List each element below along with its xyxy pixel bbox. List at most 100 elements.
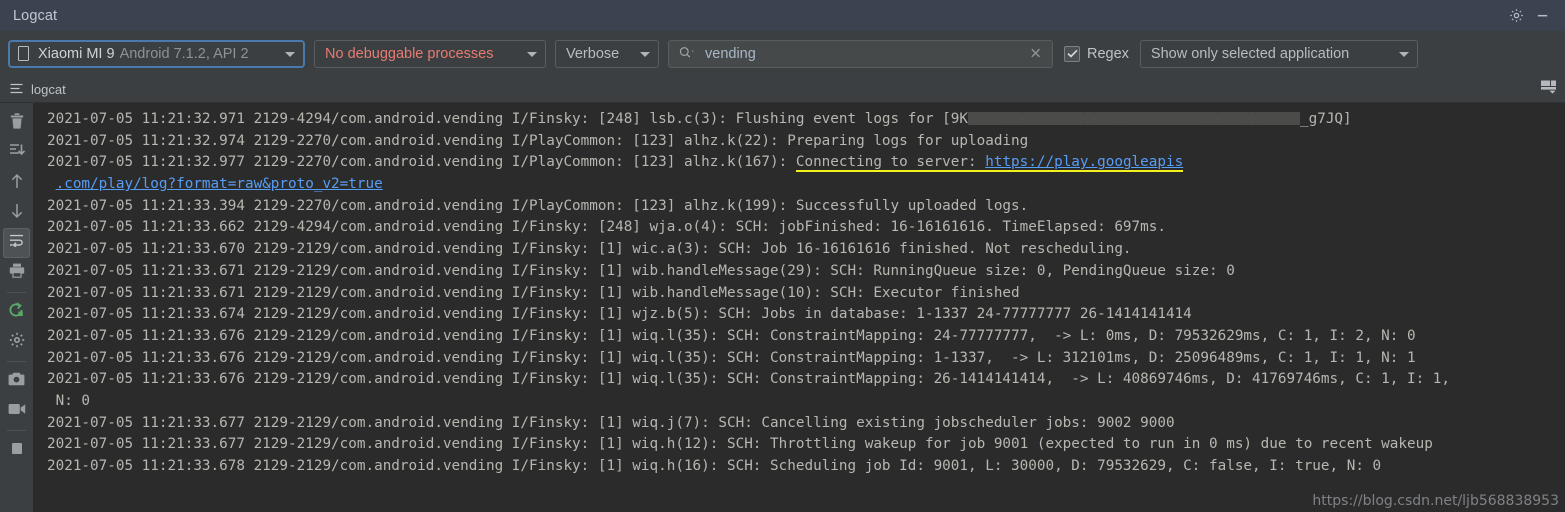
trash-icon [10, 112, 24, 134]
log-line: 2021-07-05 11:21:33.662 2129-4294/com.an… [33, 217, 1565, 239]
video-camera-icon [8, 402, 26, 420]
search-input[interactable]: vending ✕ [668, 39, 1053, 68]
log-line: 2021-07-05 11:21:32.974 2129-2270/com.an… [33, 131, 1565, 153]
regex-label: Regex [1087, 45, 1129, 62]
window-layout-icon[interactable] [1540, 79, 1557, 99]
log-line: 2021-07-05 11:21:33.671 2129-2129/com.an… [33, 283, 1565, 305]
redacted-block [1208, 112, 1218, 125]
watermark: https://blog.csdn.net/ljb568838953 [1312, 493, 1559, 509]
screen-record-button[interactable] [0, 396, 33, 426]
chevron-down-icon [527, 51, 537, 57]
gear-icon[interactable] [1503, 3, 1529, 29]
logcat-sidebar [0, 103, 33, 512]
tab-logcat[interactable]: logcat [10, 82, 66, 97]
logcat-tabstrip: logcat [0, 76, 1565, 103]
scroll-end-icon [9, 143, 25, 163]
log-line: 2021-07-05 11:21:33.678 2129-2129/com.an… [33, 456, 1565, 478]
redacted-block [1084, 112, 1094, 125]
log-text: 2021-07-05 11:21:33.394 2129-2270/com.an… [47, 197, 1029, 214]
log-link[interactable]: .com/play/log?format=raw&proto_v2=true [56, 176, 383, 192]
redacted-block [1248, 112, 1256, 125]
log-line: 2021-07-05 11:21:33.671 2129-2129/com.an… [33, 261, 1565, 283]
scope-value: Show only selected application [1150, 45, 1350, 62]
device-details: Android 7.1.2, API 2 [119, 45, 249, 62]
log-line: 2021-07-05 11:21:33.670 2129-2129/com.an… [33, 239, 1565, 261]
log-text: 2021-07-05 11:21:32.971 2129-4294/com.an… [47, 111, 968, 127]
minimize-icon[interactable] [1529, 3, 1555, 29]
log-text: 2021-07-05 11:21:32.977 2129-2270/com.an… [47, 154, 796, 171]
chevron-down-icon [640, 51, 650, 57]
clear-logcat-button[interactable] [0, 108, 33, 138]
redacted-block [1008, 112, 1022, 125]
soft-wrap-button[interactable] [3, 228, 30, 258]
checkmark-icon [1066, 49, 1078, 58]
log-line: 2021-07-05 11:21:33.676 2129-2129/com.an… [33, 369, 1565, 391]
tab-logcat-label: logcat [31, 81, 66, 97]
log-text: N: 0 [47, 392, 91, 409]
log-text: 2021-07-05 11:21:33.674 2129-2129/com.an… [47, 306, 1192, 323]
log-line: .com/play/log?format=raw&proto_v2=true [33, 174, 1565, 196]
log-text: _g7JQ] [1300, 111, 1352, 127]
log-line: 2021-07-05 11:21:33.677 2129-2129/com.an… [33, 413, 1565, 435]
list-lines-icon [10, 82, 23, 97]
down-button[interactable] [0, 198, 33, 228]
settings-button[interactable] [0, 327, 33, 357]
log-line: 2021-07-05 11:21:33.674 2129-2129/com.an… [33, 304, 1565, 326]
chevron-down-icon [285, 51, 295, 57]
logcat-workarea: 2021-07-05 11:21:32.971 2129-4294/com.an… [0, 103, 1565, 512]
scroll-to-end-button[interactable] [0, 138, 33, 168]
gear-icon [9, 332, 25, 353]
regex-toggle[interactable]: Regex [1062, 45, 1131, 62]
window-title: Logcat [13, 7, 58, 24]
camera-icon [8, 372, 25, 391]
logcat-console[interactable]: 2021-07-05 11:21:32.971 2129-4294/com.an… [33, 103, 1565, 512]
log-line: N: 0 [33, 391, 1565, 413]
sidebar-divider-3 [7, 430, 26, 431]
log-text: 2021-07-05 11:21:33.676 2129-2129/com.an… [47, 349, 1416, 366]
chevron-down-icon [1398, 51, 1409, 57]
log-line: 2021-07-05 11:21:33.676 2129-2129/com.an… [33, 326, 1565, 348]
sidebar-divider-1 [7, 292, 26, 293]
device-selector[interactable]: Xiaomi MI 9 Android 7.1.2, API 2 [8, 39, 305, 68]
print-button[interactable] [0, 258, 33, 288]
redacted-block [968, 112, 1008, 125]
log-line: 2021-07-05 11:21:32.977 2129-2270/com.an… [33, 152, 1565, 174]
soft-wrap-icon [9, 234, 24, 252]
log-line: 2021-07-05 11:21:33.676 2129-2129/com.an… [33, 348, 1565, 370]
up-button[interactable] [0, 168, 33, 198]
redacted-block [1094, 112, 1120, 125]
close-icon[interactable]: ✕ [1029, 46, 1042, 61]
square-icon [11, 441, 23, 459]
printer-icon [9, 263, 25, 283]
restart-button[interactable] [0, 297, 33, 327]
log-text: Connecting to server: [795, 154, 986, 173]
log-level-selector[interactable]: Verbose [555, 39, 659, 68]
log-text: 2021-07-05 11:21:33.662 2129-4294/com.an… [47, 219, 1166, 236]
arrow-down-icon [10, 203, 24, 224]
log-text: 2021-07-05 11:21:33.676 2129-2129/com.an… [47, 371, 1451, 388]
log-output: 2021-07-05 11:21:32.971 2129-4294/com.an… [33, 109, 1565, 478]
log-link[interactable]: https://play.googleapis [985, 154, 1184, 173]
search-value: vending [705, 45, 756, 62]
log-text: 2021-07-05 11:21:33.671 2129-2129/com.an… [47, 284, 1020, 301]
log-text: 2021-07-05 11:21:33.677 2129-2129/com.an… [47, 414, 1175, 431]
log-line: 2021-07-05 11:21:33.677 2129-2129/com.an… [33, 434, 1565, 456]
log-text: 2021-07-05 11:21:33.677 2129-2129/com.an… [47, 436, 1433, 453]
redacted-block [1022, 112, 1084, 125]
redacted-block [1256, 112, 1300, 125]
screenshot-button[interactable] [0, 366, 33, 396]
log-text: 2021-07-05 11:21:32.974 2129-2270/com.an… [47, 132, 1029, 149]
scope-selector[interactable]: Show only selected application [1139, 39, 1418, 68]
process-selector[interactable]: No debuggable processes [314, 39, 546, 68]
log-text: 2021-07-05 11:21:33.671 2129-2129/com.an… [47, 262, 1235, 279]
log-level-value: Verbose [566, 45, 620, 62]
redacted-block [1120, 112, 1208, 125]
search-icon[interactable] [678, 45, 695, 63]
process-value: No debuggable processes [325, 45, 494, 62]
sidebar-divider-2 [7, 361, 26, 362]
regex-checkbox[interactable] [1064, 45, 1080, 62]
restart-icon [8, 301, 25, 323]
log-text: 2021-07-05 11:21:33.670 2129-2129/com.an… [47, 241, 1132, 258]
sidebar-extra-button[interactable] [0, 435, 33, 465]
